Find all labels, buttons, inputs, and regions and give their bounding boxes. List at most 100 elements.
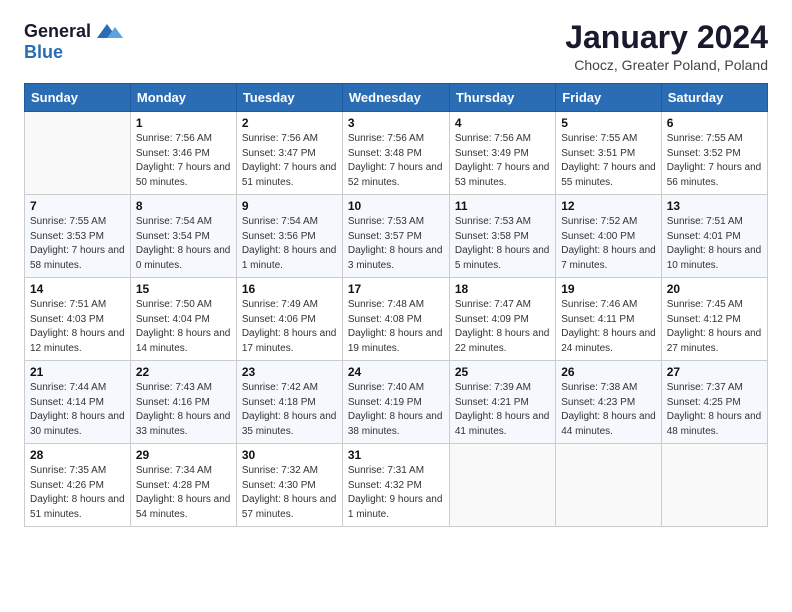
cell-content: Sunrise: 7:40 AM Sunset: 4:19 PM Dayligh… bbox=[348, 381, 444, 439]
month-year-title: January 2024 bbox=[565, 20, 768, 55]
calendar-week-row: 1 Sunrise: 7:56 AM Sunset: 3:46 PM Daylig… bbox=[25, 112, 768, 195]
calendar-cell: 6 Sunrise: 7:55 AM Sunset: 3:52 PM Daylig… bbox=[661, 112, 767, 195]
day-header-saturday: Saturday bbox=[661, 84, 767, 112]
day-number: 8 bbox=[136, 199, 231, 213]
day-number: 31 bbox=[348, 448, 444, 462]
cell-content: Sunrise: 7:45 AM Sunset: 4:12 PM Dayligh… bbox=[667, 298, 762, 356]
calendar-cell: 28 Sunrise: 7:35 AM Sunset: 4:26 PM Dayli… bbox=[25, 444, 131, 527]
day-number: 17 bbox=[348, 282, 444, 296]
calendar-cell: 2Sunrise: 7:56 AM Sunset: 3:47 PM Daylig… bbox=[236, 112, 342, 195]
calendar-cell: 4 Sunrise: 7:56 AM Sunset: 3:49 PM Daylig… bbox=[449, 112, 555, 195]
cell-content: Sunrise: 7:38 AM Sunset: 4:23 PM Dayligh… bbox=[561, 381, 656, 439]
cell-content: Sunrise: 7:54 AM Sunset: 3:54 PM Dayligh… bbox=[136, 215, 231, 273]
day-number: 21 bbox=[30, 365, 125, 379]
day-number: 25 bbox=[455, 365, 550, 379]
calendar-cell: 30 Sunrise: 7:32 AM Sunset: 4:30 PM Dayli… bbox=[236, 444, 342, 527]
cell-content: Sunrise: 7:54 AM Sunset: 3:56 PM Dayligh… bbox=[242, 215, 337, 273]
day-header-tuesday: Tuesday bbox=[236, 84, 342, 112]
calendar-week-row: 21 Sunrise: 7:44 AM Sunset: 4:14 PM Dayli… bbox=[25, 361, 768, 444]
calendar-week-row: 7 Sunrise: 7:55 AM Sunset: 3:53 PM Daylig… bbox=[25, 195, 768, 278]
day-header-wednesday: Wednesday bbox=[342, 84, 449, 112]
calendar-cell: 10Sunrise: 7:53 AM Sunset: 3:57 PM Dayli… bbox=[342, 195, 449, 278]
day-number: 2 bbox=[242, 116, 337, 130]
calendar-table: SundayMondayTuesdayWednesdayThursdayFrid… bbox=[24, 83, 768, 527]
calendar-cell bbox=[556, 444, 662, 527]
day-number: 6 bbox=[667, 116, 762, 130]
calendar-cell: 23 Sunrise: 7:42 AM Sunset: 4:18 PM Dayli… bbox=[236, 361, 342, 444]
calendar-cell: 5 Sunrise: 7:55 AM Sunset: 3:51 PM Daylig… bbox=[556, 112, 662, 195]
cell-content: Sunrise: 7:55 AM Sunset: 3:52 PM Dayligh… bbox=[667, 132, 762, 190]
day-number: 16 bbox=[242, 282, 337, 296]
day-number: 30 bbox=[242, 448, 337, 462]
day-number: 20 bbox=[667, 282, 762, 296]
day-number: 7 bbox=[30, 199, 125, 213]
day-number: 4 bbox=[455, 116, 550, 130]
cell-content: Sunrise: 7:51 AM Sunset: 4:03 PM Dayligh… bbox=[30, 298, 125, 356]
day-number: 19 bbox=[561, 282, 656, 296]
cell-content: Sunrise: 7:49 AM Sunset: 4:06 PM Dayligh… bbox=[242, 298, 337, 356]
calendar-cell: 3Sunrise: 7:56 AM Sunset: 3:48 PM Daylig… bbox=[342, 112, 449, 195]
calendar-week-row: 28 Sunrise: 7:35 AM Sunset: 4:26 PM Dayli… bbox=[25, 444, 768, 527]
cell-content: Sunrise: 7:52 AM Sunset: 4:00 PM Dayligh… bbox=[561, 215, 656, 273]
day-header-sunday: Sunday bbox=[25, 84, 131, 112]
day-number: 23 bbox=[242, 365, 337, 379]
calendar-cell: 11 Sunrise: 7:53 AM Sunset: 3:58 PM Dayli… bbox=[449, 195, 555, 278]
logo: General Blue bbox=[24, 20, 123, 63]
cell-content: Sunrise: 7:42 AM Sunset: 4:18 PM Dayligh… bbox=[242, 381, 337, 439]
calendar-cell: 12Sunrise: 7:52 AM Sunset: 4:00 PM Dayli… bbox=[556, 195, 662, 278]
cell-content: Sunrise: 7:48 AM Sunset: 4:08 PM Dayligh… bbox=[348, 298, 444, 356]
cell-content: Sunrise: 7:44 AM Sunset: 4:14 PM Dayligh… bbox=[30, 381, 125, 439]
calendar-cell: 22Sunrise: 7:43 AM Sunset: 4:16 PM Dayli… bbox=[130, 361, 236, 444]
page-header: General Blue January 2024 Chocz, Greater… bbox=[24, 20, 768, 73]
logo-text-blue: Blue bbox=[24, 42, 63, 62]
cell-content: Sunrise: 7:31 AM Sunset: 4:32 PM Dayligh… bbox=[348, 464, 444, 522]
cell-content: Sunrise: 7:32 AM Sunset: 4:30 PM Dayligh… bbox=[242, 464, 337, 522]
calendar-cell: 14Sunrise: 7:51 AM Sunset: 4:03 PM Dayli… bbox=[25, 278, 131, 361]
day-number: 26 bbox=[561, 365, 656, 379]
cell-content: Sunrise: 7:56 AM Sunset: 3:46 PM Dayligh… bbox=[136, 132, 231, 190]
cell-content: Sunrise: 7:55 AM Sunset: 3:53 PM Dayligh… bbox=[30, 215, 125, 273]
day-number: 18 bbox=[455, 282, 550, 296]
day-number: 27 bbox=[667, 365, 762, 379]
cell-content: Sunrise: 7:56 AM Sunset: 3:49 PM Dayligh… bbox=[455, 132, 550, 190]
cell-content: Sunrise: 7:35 AM Sunset: 4:26 PM Dayligh… bbox=[30, 464, 125, 522]
day-number: 29 bbox=[136, 448, 231, 462]
calendar-cell: 27 Sunrise: 7:37 AM Sunset: 4:25 PM Dayli… bbox=[661, 361, 767, 444]
calendar-cell: 17 Sunrise: 7:48 AM Sunset: 4:08 PM Dayli… bbox=[342, 278, 449, 361]
calendar-cell: 13Sunrise: 7:51 AM Sunset: 4:01 PM Dayli… bbox=[661, 195, 767, 278]
day-number: 15 bbox=[136, 282, 231, 296]
calendar-cell: 7 Sunrise: 7:55 AM Sunset: 3:53 PM Daylig… bbox=[25, 195, 131, 278]
day-number: 1 bbox=[136, 116, 231, 130]
calendar-cell: 29Sunrise: 7:34 AM Sunset: 4:28 PM Dayli… bbox=[130, 444, 236, 527]
day-number: 22 bbox=[136, 365, 231, 379]
calendar-cell: 19 Sunrise: 7:46 AM Sunset: 4:11 PM Dayli… bbox=[556, 278, 662, 361]
day-number: 13 bbox=[667, 199, 762, 213]
calendar-week-row: 14Sunrise: 7:51 AM Sunset: 4:03 PM Dayli… bbox=[25, 278, 768, 361]
cell-content: Sunrise: 7:53 AM Sunset: 3:57 PM Dayligh… bbox=[348, 215, 444, 273]
calendar-cell: 15 Sunrise: 7:50 AM Sunset: 4:04 PM Dayli… bbox=[130, 278, 236, 361]
cell-content: Sunrise: 7:55 AM Sunset: 3:51 PM Dayligh… bbox=[561, 132, 656, 190]
location-subtitle: Chocz, Greater Poland, Poland bbox=[565, 57, 768, 73]
cell-content: Sunrise: 7:39 AM Sunset: 4:21 PM Dayligh… bbox=[455, 381, 550, 439]
cell-content: Sunrise: 7:50 AM Sunset: 4:04 PM Dayligh… bbox=[136, 298, 231, 356]
cell-content: Sunrise: 7:53 AM Sunset: 3:58 PM Dayligh… bbox=[455, 215, 550, 273]
calendar-cell: 20 Sunrise: 7:45 AM Sunset: 4:12 PM Dayli… bbox=[661, 278, 767, 361]
day-number: 9 bbox=[242, 199, 337, 213]
day-header-monday: Monday bbox=[130, 84, 236, 112]
calendar-cell: 26 Sunrise: 7:38 AM Sunset: 4:23 PM Dayli… bbox=[556, 361, 662, 444]
calendar-cell: 9 Sunrise: 7:54 AM Sunset: 3:56 PM Daylig… bbox=[236, 195, 342, 278]
day-header-friday: Friday bbox=[556, 84, 662, 112]
calendar-cell: 24 Sunrise: 7:40 AM Sunset: 4:19 PM Dayli… bbox=[342, 361, 449, 444]
day-number: 24 bbox=[348, 365, 444, 379]
day-number: 11 bbox=[455, 199, 550, 213]
cell-content: Sunrise: 7:46 AM Sunset: 4:11 PM Dayligh… bbox=[561, 298, 656, 356]
day-number: 28 bbox=[30, 448, 125, 462]
cell-content: Sunrise: 7:47 AM Sunset: 4:09 PM Dayligh… bbox=[455, 298, 550, 356]
cell-content: Sunrise: 7:56 AM Sunset: 3:48 PM Dayligh… bbox=[348, 132, 444, 190]
logo-icon bbox=[93, 20, 123, 42]
day-number: 5 bbox=[561, 116, 656, 130]
calendar-cell bbox=[661, 444, 767, 527]
cell-content: Sunrise: 7:37 AM Sunset: 4:25 PM Dayligh… bbox=[667, 381, 762, 439]
calendar-cell: 25 Sunrise: 7:39 AM Sunset: 4:21 PM Dayli… bbox=[449, 361, 555, 444]
calendar-cell: 1 Sunrise: 7:56 AM Sunset: 3:46 PM Daylig… bbox=[130, 112, 236, 195]
